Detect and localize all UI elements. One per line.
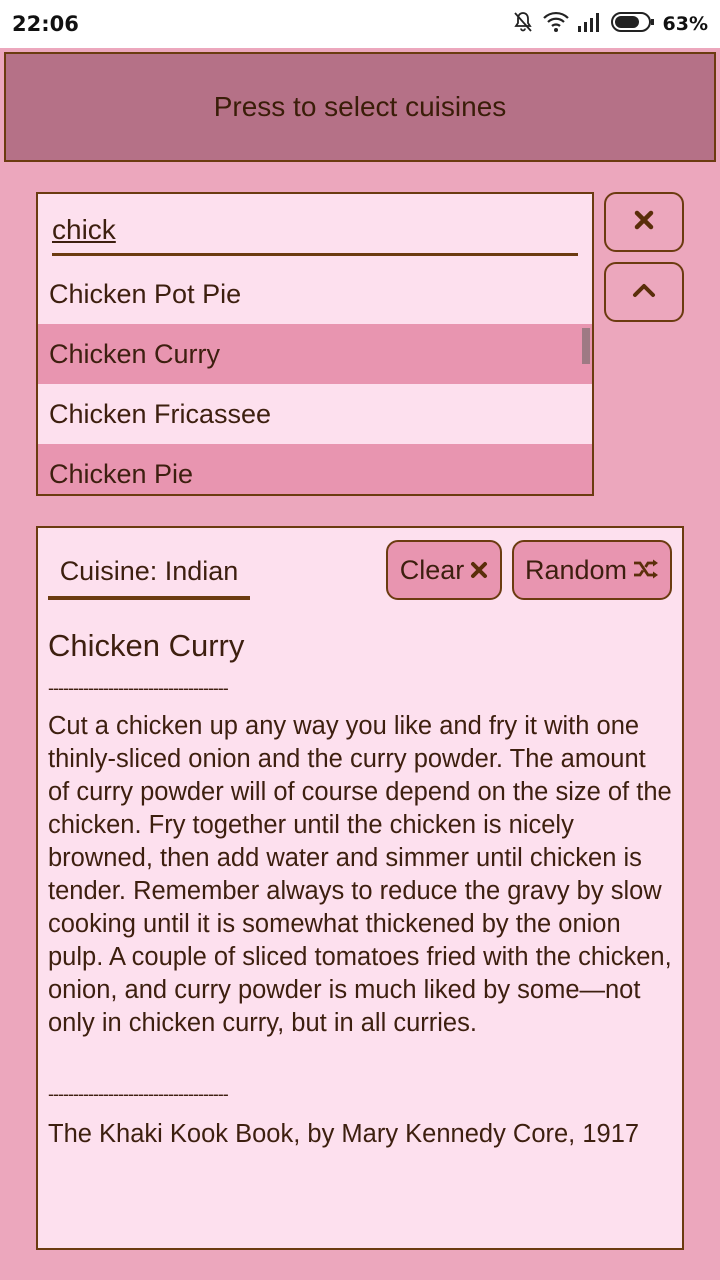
suggestion-item[interactable]: Chicken Fricassee bbox=[38, 384, 592, 444]
suggestion-scrollbar[interactable] bbox=[582, 328, 590, 364]
wifi-icon bbox=[542, 11, 569, 37]
signal-icon bbox=[577, 12, 603, 36]
recipe-panel: Cuisine: Indian Clear Random Chicken Cur… bbox=[36, 526, 684, 1250]
recipe-instructions: Cut a chicken up any way you like and fr… bbox=[48, 712, 672, 1037]
clear-search-button[interactable] bbox=[604, 192, 684, 252]
clear-button-label: Clear bbox=[399, 554, 465, 585]
recipe-source: The Khaki Kook Book, by Mary Kennedy Cor… bbox=[48, 1120, 640, 1148]
divider-top: ------------------------------------ bbox=[48, 678, 229, 698]
chevron-up-icon bbox=[632, 282, 656, 303]
suggestion-item[interactable]: Chicken Pot Pie bbox=[38, 264, 592, 324]
recipe-title: Chicken Curry bbox=[48, 628, 245, 663]
divider-bottom: ------------------------------------ bbox=[48, 1084, 229, 1104]
shuffle-icon bbox=[633, 555, 659, 586]
close-icon bbox=[470, 555, 488, 586]
close-icon bbox=[634, 210, 654, 235]
recipe-search-panel: Chicken Pot Pie Chicken Curry Chicken Fr… bbox=[36, 192, 594, 496]
recipe-search-input[interactable] bbox=[52, 206, 578, 256]
random-button-label: Random bbox=[524, 554, 628, 585]
battery-percentage: 63% bbox=[662, 13, 708, 35]
status-icons: 63% bbox=[511, 10, 708, 38]
select-cuisines-button[interactable]: Press to select cuisines bbox=[4, 52, 716, 162]
suggestion-item[interactable]: Chicken Pie bbox=[38, 444, 592, 494]
random-recipe-button[interactable]: Random bbox=[512, 540, 672, 600]
status-bar: 22:06 63% bbox=[0, 0, 720, 48]
collapse-suggestions-button[interactable] bbox=[604, 262, 684, 322]
battery-icon bbox=[610, 12, 655, 36]
status-time: 22:06 bbox=[12, 12, 79, 36]
notifications-off-icon bbox=[511, 10, 535, 38]
cuisine-tab[interactable]: Cuisine: Indian bbox=[48, 546, 250, 600]
clear-recipe-button[interactable]: Clear bbox=[386, 540, 502, 600]
suggestion-list[interactable]: Chicken Pot Pie Chicken Curry Chicken Fr… bbox=[38, 264, 592, 494]
suggestion-item[interactable]: Chicken Curry bbox=[38, 324, 592, 384]
